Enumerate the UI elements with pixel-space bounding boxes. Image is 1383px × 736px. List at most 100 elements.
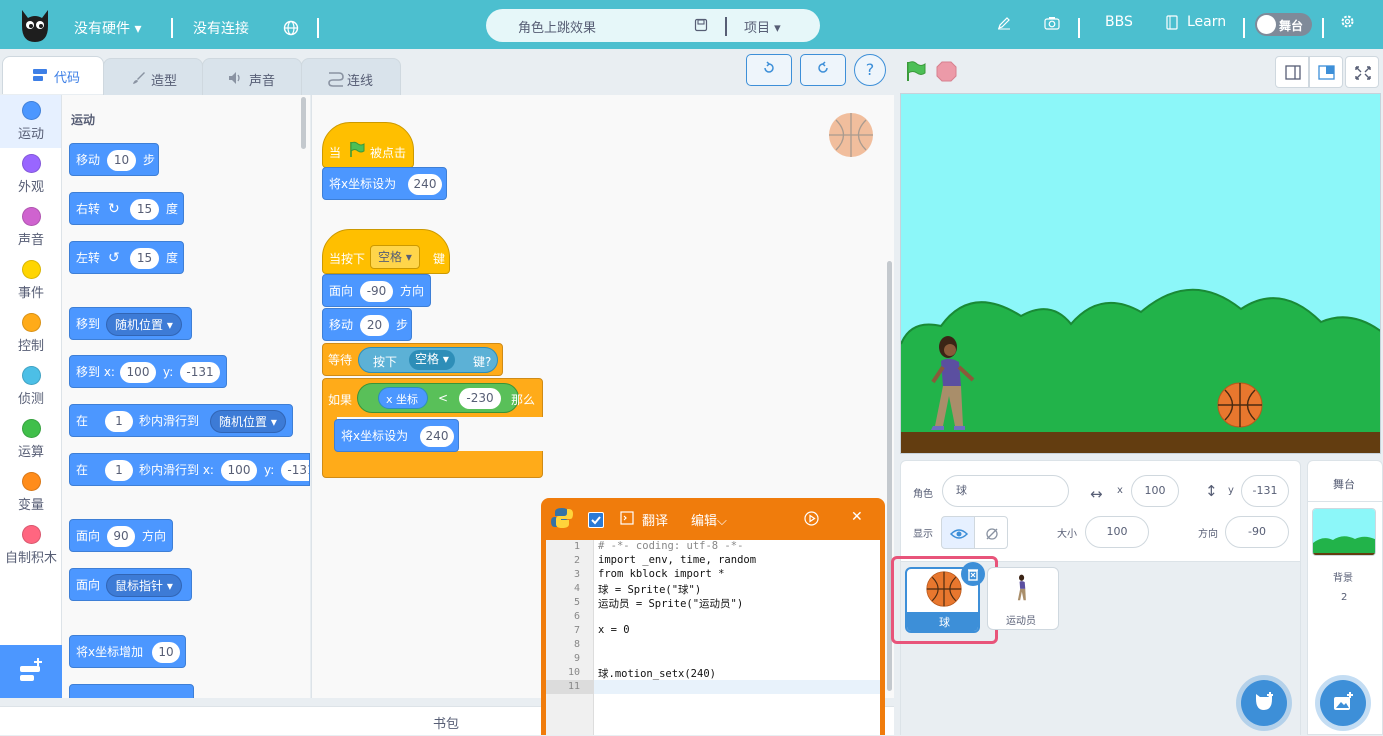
bbs-link[interactable]: BBS [1105,0,1133,49]
goto-xy-block[interactable]: 移到 x: 100 y: -131 [69,355,227,388]
block-input[interactable]: 15 [130,248,159,269]
x-position-reporter[interactable]: x 坐标 [378,387,428,409]
sync-checkbox[interactable] [588,512,604,528]
block-input[interactable]: -131 [180,362,220,383]
point-towards-block[interactable]: 面向 鼠标指针 ▾ [69,568,192,601]
block-input[interactable]: 90 [107,526,135,547]
turn-left-block[interactable]: 左转 ↺ 15 度 [69,241,184,274]
target-dropdown[interactable]: 鼠标指针 ▾ [106,574,182,597]
undo-button[interactable] [746,54,792,86]
stop-icon[interactable] [936,61,957,82]
x-input[interactable]: 100 [1131,475,1179,507]
category-variables[interactable]: 变量 [0,466,62,519]
category-motion[interactable]: 运动 [0,95,62,148]
hardware-menu[interactable]: 没有硬件 ▾ [74,0,141,49]
athlete-sprite[interactable] [925,334,981,432]
add-backdrop-button[interactable] [1320,680,1366,726]
help-button[interactable]: ? [854,54,886,86]
turn-right-block[interactable]: 右转 ↻ 15 度 [69,192,184,225]
green-flag-icon[interactable] [904,60,926,82]
globe-icon[interactable] [283,20,299,36]
category-control[interactable]: 控制 [0,307,62,360]
block-input[interactable]: 20 [360,315,389,336]
category-sound[interactable]: 声音 [0,201,62,254]
tab-sounds[interactable]: 声音 [202,58,302,95]
tab-wiring[interactable]: 连线 [301,58,401,95]
code-editor[interactable]: 1 2 3 4 5 6 7 8 9 10 11 # -*- coding: ut… [546,540,880,735]
tab-code[interactable]: 代码 [2,56,104,94]
category-sensing[interactable]: 侦测 [0,360,62,413]
change-x-block[interactable]: 将x坐标增加 10 [69,635,186,668]
block-input[interactable]: 1 [105,460,133,481]
block-input[interactable]: -90 [360,281,393,302]
key-pressed-sensor[interactable]: 按下 空格 ▾ 键? [358,347,498,373]
translate-button[interactable]: 翻译 [642,510,668,529]
logo-icon[interactable] [16,6,54,44]
delete-sprite-button[interactable] [961,562,985,586]
show-visible-button[interactable] [941,516,975,549]
learn-link[interactable]: Learn [1187,0,1226,49]
wait-until-block[interactable]: 等待 按下 空格 ▾ 键? [322,343,503,376]
target-dropdown[interactable]: 随机位置 ▾ [210,410,286,433]
extension-button[interactable] [0,645,62,698]
fullscreen-button[interactable] [1345,56,1379,88]
redo-button[interactable] [800,54,846,86]
sprite-tile-athlete[interactable]: 运动员 [987,567,1059,630]
save-icon[interactable] [694,18,708,32]
palette-scrollbar[interactable] [301,97,306,149]
show-hidden-button[interactable] [974,516,1008,549]
set-x-block[interactable] [69,684,194,698]
stage-selector-panel[interactable]: 舞台 背景 2 [1307,460,1383,735]
when-flag-clicked-hat[interactable]: 当 被点击 [322,122,414,168]
camera-icon[interactable] [1044,16,1060,30]
block-input[interactable]: 1 [105,411,133,432]
set-x-block[interactable]: 将x坐标设为 240 [334,419,459,452]
block-input[interactable]: 240 [408,174,442,195]
target-dropdown[interactable]: 随机位置 ▾ [106,313,182,336]
block-input[interactable]: 15 [130,199,159,220]
key-dropdown[interactable]: 空格 ▾ [370,245,420,269]
block-input[interactable]: 10 [152,642,180,663]
add-sprite-button[interactable] [1241,680,1287,726]
glide-xy-block[interactable]: 在 1 秒内滑行到 x: 100 y: -131 [69,453,310,486]
goto-random-block[interactable]: 移到 随机位置 ▾ [69,307,192,340]
move-steps-block[interactable]: 移动 10 步 [69,143,159,176]
y-input[interactable]: -131 [1241,475,1289,507]
small-stage-button[interactable] [1275,56,1309,88]
point-direction-block[interactable]: 面向 90 方向 [69,519,173,552]
project-title[interactable]: 角色上跳效果 [518,17,596,36]
category-events[interactable]: 事件 [0,254,62,307]
category-looks[interactable]: 外观 [0,148,62,201]
run-icon[interactable] [804,511,819,526]
backdrop-thumbnail[interactable] [1312,508,1376,556]
project-menu[interactable]: 项目 ▾ [744,17,781,36]
stage-canvas[interactable] [900,93,1381,454]
large-stage-button[interactable] [1309,56,1343,88]
block-input[interactable]: 100 [120,362,156,383]
block-input[interactable]: 100 [221,460,257,481]
block-input[interactable]: -230 [459,388,501,409]
connection-button[interactable]: 没有连接 [193,0,249,49]
pen-icon[interactable] [997,16,1011,30]
move-steps-block[interactable]: 移动 20 步 [322,308,412,341]
block-input[interactable]: -131 [281,460,309,481]
edit-menu[interactable]: 编辑⌵ [691,510,727,529]
block-input[interactable]: 240 [420,426,454,447]
direction-input[interactable]: -90 [1225,516,1289,548]
set-x-block[interactable]: 将x坐标设为 240 [322,167,447,200]
size-input[interactable]: 100 [1085,516,1149,548]
gear-icon[interactable] [1340,14,1355,29]
glide-random-block[interactable]: 在 1 秒内滑行到 随机位置 ▾ [69,404,293,437]
point-direction-block[interactable]: 面向 -90 方向 [322,274,431,307]
category-operators[interactable]: 运算 [0,413,62,466]
close-icon[interactable]: ✕ [851,509,863,525]
sprite-name-input[interactable]: 球 [942,475,1069,507]
key-dropdown[interactable]: 空格 ▾ [409,350,455,370]
less-than-operator[interactable]: x 坐标 < -230 [357,383,519,413]
basketball-sprite[interactable] [1217,382,1263,428]
stage-toggle[interactable]: 舞台 [1255,13,1312,36]
block-input[interactable]: 10 [107,150,136,171]
category-my-blocks[interactable]: 自制积木 [0,519,62,572]
tab-costumes[interactable]: 造型 [103,58,203,95]
when-key-pressed-hat[interactable]: 当按下 空格 ▾ 键 [322,229,450,274]
